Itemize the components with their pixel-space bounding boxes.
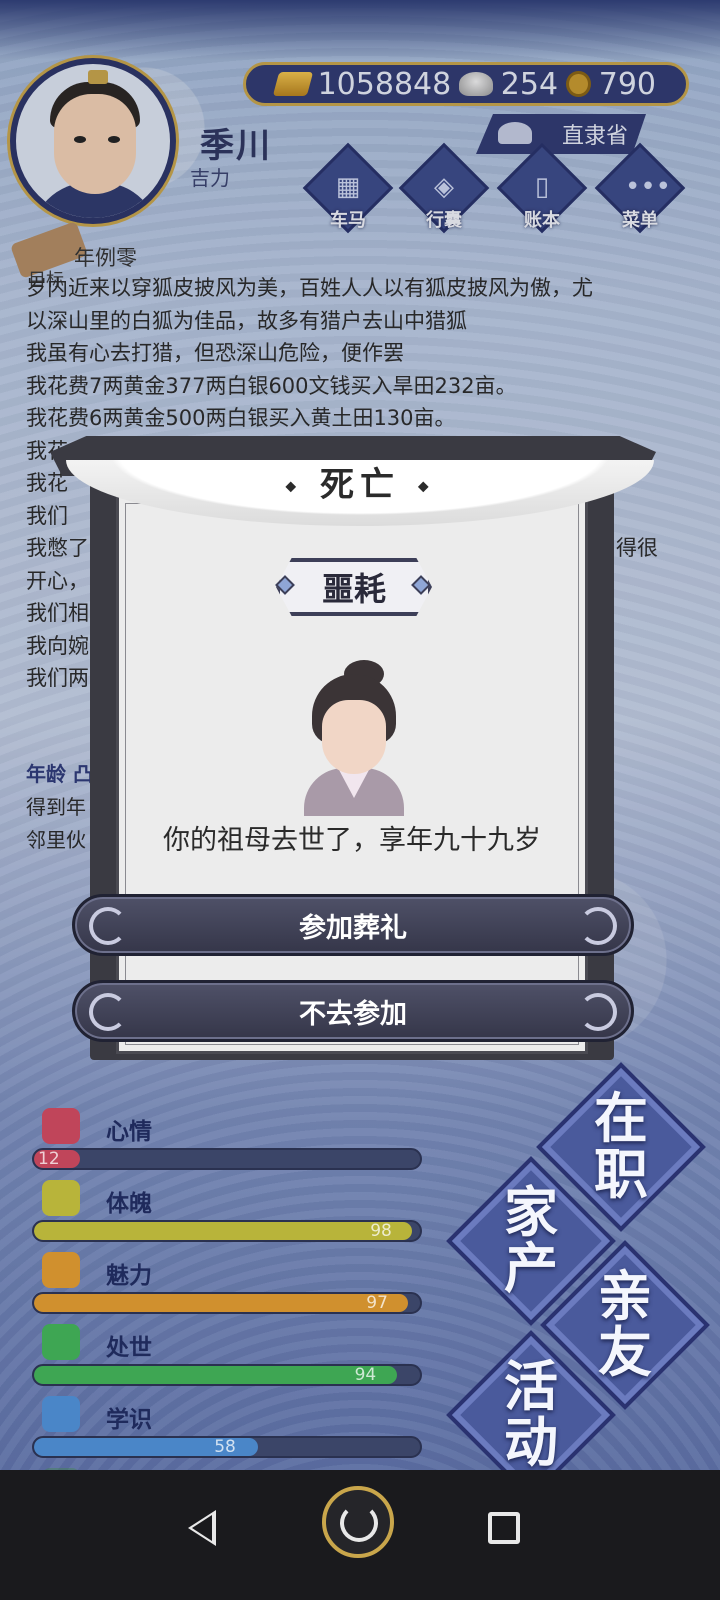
stat-worldliness: 处世 94 [32,1324,422,1386]
stat-value: 94 [354,1365,377,1385]
stat-value: 98 [370,1221,392,1241]
title-dot: ◆ [417,478,435,495]
jade-icon [42,1252,80,1288]
flower-icon [42,1108,80,1144]
cloud-swirl-icon [89,993,127,1031]
property-label-char: 家 [504,1181,558,1244]
stat-fill [34,1366,397,1384]
stat-track [32,1292,422,1314]
stat-fill [34,1222,413,1240]
activity-label-char: 动 [504,1411,558,1474]
stat-track [32,1148,422,1170]
sandals-icon [42,1324,80,1360]
stat-knowledge: 学识 58 [32,1396,422,1458]
stat-value: 97 [366,1293,388,1313]
cloud-swirl-icon [579,993,617,1031]
refresh-icon [340,1504,378,1542]
grandmother-portrait [298,660,410,816]
home-button[interactable] [322,1486,394,1558]
tripod-icon [42,1180,80,1216]
badge-text: 噩耗 [321,570,386,608]
portrait-face [322,700,386,774]
decline-funeral-button[interactable]: 不去参加 [72,980,634,1042]
decline-funeral-label: 不去参加 [299,998,407,1030]
attend-funeral-label: 参加葬礼 [299,912,407,944]
friends-label-char: 亲 [598,1265,652,1328]
stat-value: 12 [38,1149,60,1169]
activity-label-char: 活 [504,1355,558,1418]
books-icon [42,1396,80,1432]
stat-fill [34,1294,409,1312]
stat-track [32,1220,422,1242]
stat-name: 学识 [106,1407,152,1433]
stat-name: 处世 [106,1335,152,1361]
dialog-title: ◆ 死亡 ◆ [250,462,470,508]
title-dot: ◆ [285,478,303,495]
back-icon[interactable] [188,1510,216,1546]
dialog-title-text: 死亡 [320,465,400,505]
attend-funeral-button[interactable]: 参加葬礼 [72,894,634,956]
stat-name: 体魄 [106,1191,152,1217]
cloud-swirl-icon [89,907,127,945]
stat-name: 魅力 [106,1263,152,1289]
stat-physique: 体魄 98 [32,1180,422,1242]
stat-value: 58 [214,1437,236,1457]
job-label-char: 在 [594,1087,648,1150]
stat-name: 心情 [106,1119,152,1145]
news-badge: 噩耗 [276,558,432,616]
stat-charm: 魅力 97 [32,1252,422,1314]
death-message: 你的祖母去世了，享年九十九岁 [163,825,541,856]
cloud-swirl-icon [579,907,617,945]
recent-apps-icon[interactable] [488,1512,520,1544]
stat-mood: 心情 12 [32,1108,422,1170]
